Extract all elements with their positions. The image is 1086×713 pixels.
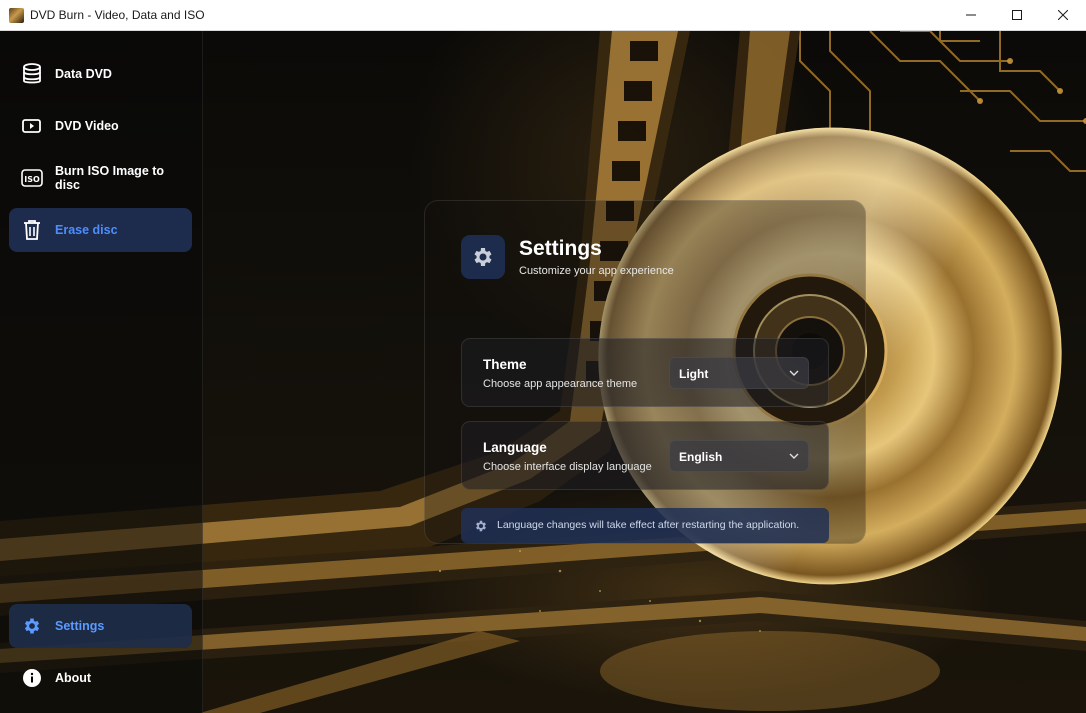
sidebar-item-label: Settings: [55, 619, 105, 633]
sidebar-item-label: Burn ISO Image to disc: [55, 164, 165, 192]
settings-header-icon: [461, 235, 505, 279]
sidebar-item-erase-disc[interactable]: Erase disc: [9, 208, 192, 252]
settings-card: Settings Customize your app experience T…: [424, 200, 866, 544]
page-title: Settings: [519, 237, 602, 260]
sidebar: Data DVD DVD Video ISO Burn ISO Image to…: [0, 31, 203, 713]
chevron-down-icon: [789, 370, 799, 376]
sidebar-item-dvd-video[interactable]: DVD Video: [9, 104, 192, 148]
gear-icon: [476, 520, 486, 532]
theme-setting-row: Theme Choose app appearance theme Light: [461, 338, 829, 407]
sidebar-item-about[interactable]: About: [9, 656, 192, 700]
video-icon: [21, 115, 43, 137]
gear-icon: [474, 248, 492, 266]
language-description: Choose interface display language: [483, 461, 652, 473]
theme-select[interactable]: Light: [669, 357, 809, 389]
language-select-value: English: [679, 450, 723, 464]
main-area: Data DVD DVD Video ISO Burn ISO Image to…: [0, 31, 1086, 713]
sidebar-item-label: DVD Video: [55, 119, 119, 133]
sidebar-item-settings[interactable]: Settings: [9, 604, 192, 648]
close-button[interactable]: [1040, 0, 1086, 30]
theme-label: Theme: [483, 357, 527, 372]
app-logo-icon: [9, 8, 24, 23]
sidebar-item-label: Data DVD: [55, 67, 112, 81]
chevron-down-icon: [789, 453, 799, 459]
page-subtitle: Customize your app experience: [519, 265, 674, 277]
restart-notice-text: Language changes will take effect after …: [497, 519, 800, 531]
trash-icon: [21, 219, 43, 241]
sidebar-item-burn-iso[interactable]: ISO Burn ISO Image to disc: [9, 156, 192, 200]
info-icon: [21, 667, 43, 689]
maximize-icon: [1012, 10, 1022, 20]
language-label: Language: [483, 440, 547, 455]
database-icon: [21, 63, 43, 85]
window-title: DVD Burn - Video, Data and ISO: [30, 8, 205, 22]
sidebar-item-label: About: [55, 671, 92, 685]
language-setting-row: Language Choose interface display langua…: [461, 421, 829, 490]
language-select[interactable]: English: [669, 440, 809, 472]
gear-icon: [21, 615, 43, 637]
minimize-button[interactable]: [948, 0, 994, 30]
restart-notice: Language changes will take effect after …: [461, 508, 829, 543]
svg-text:ISO: ISO: [24, 175, 40, 184]
maximize-button[interactable]: [994, 0, 1040, 30]
iso-icon: ISO: [21, 167, 43, 189]
theme-description: Choose app appearance theme: [483, 378, 638, 390]
title-bar: DVD Burn - Video, Data and ISO: [0, 0, 1086, 31]
sidebar-item-data-dvd[interactable]: Data DVD: [9, 52, 192, 96]
close-icon: [1058, 10, 1068, 20]
theme-select-value: Light: [679, 367, 709, 381]
minimize-icon: [966, 14, 976, 16]
sidebar-item-label: Erase disc: [55, 223, 118, 237]
